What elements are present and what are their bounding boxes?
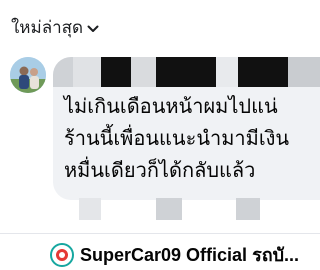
comment-actions-blurred [0,198,320,220]
divider [0,233,320,234]
page-logo-icon [50,242,74,267]
comment-text: ไม่เกินเดือนหน้าผมไปแน่ ร้านนี้เพื่อนแนะ… [64,94,290,182]
page-name: SuperCar09 Official รถบั... [80,245,300,265]
commenter-name-redacted [53,57,320,87]
page-link[interactable]: SuperCar09 Official รถบั... [50,240,299,269]
commenter-avatar[interactable] [10,57,46,93]
comment-bubble[interactable]: ไม่เกินเดือนหน้าผมไปแน่ ร้านนี้เพื่อนแนะ… [53,57,320,200]
chevron-down-icon [87,25,99,33]
sort-label: ใหม่ล่าสุด [11,18,84,38]
comments-view: ใหม่ล่าสุด ไม่เกินเดือนหน้าผมไปแน่ ร้านน… [0,0,320,270]
sort-dropdown[interactable]: ใหม่ล่าสุด [11,14,99,41]
